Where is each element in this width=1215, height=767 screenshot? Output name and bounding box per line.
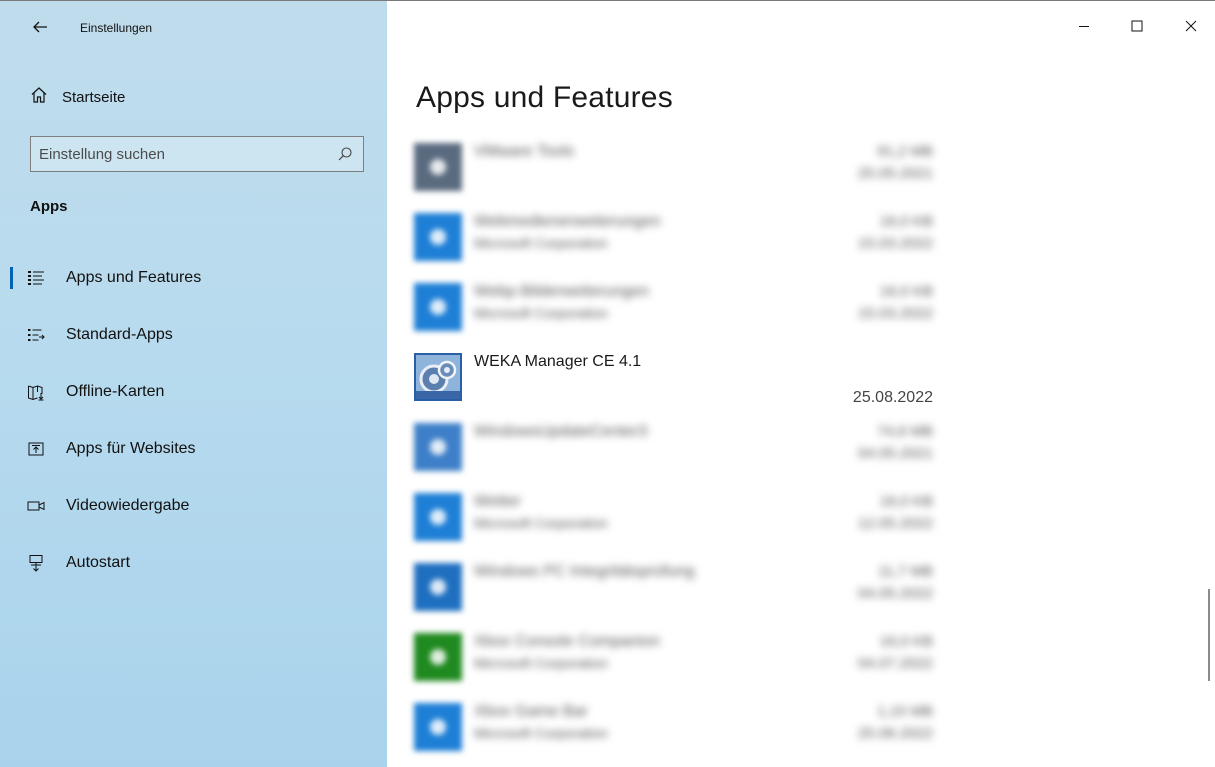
app-list-item[interactable]: Webp-Bilderweiterungen Microsoft Corporat… — [414, 273, 944, 343]
app-install-date: 04.05.2022 — [857, 585, 933, 602]
offline-maps-icon — [26, 382, 46, 402]
sidebar-nav: Apps und Features Standard-Apps Offline-… — [0, 249, 387, 591]
maximize-icon[interactable] — [1128, 17, 1146, 35]
app-list-item[interactable]: Xbox Console Companion Microsoft Corporat… — [414, 623, 944, 693]
app-icon — [414, 563, 462, 611]
window-title: Einstellungen — [80, 21, 153, 35]
sidebar: Einstellungen Startseite Apps Apps und F… — [0, 1, 387, 767]
app-size: 16,0 KB — [879, 283, 933, 300]
app-icon — [414, 493, 462, 541]
app-install-date: 12.05.2022 — [857, 515, 933, 532]
app-size: 11,7 MB — [878, 563, 933, 580]
app-publisher: Microsoft Corporation — [474, 515, 608, 531]
search-icon[interactable] — [337, 146, 353, 162]
app-list-item[interactable]: Xbox Game Bar Microsoft Corporation 1,15 M… — [414, 693, 944, 763]
app-install-date: 15.03.2022 — [857, 235, 933, 252]
app-list-item[interactable]: Windows PC Integritätsprüfung 11,7 MB 04.0… — [414, 553, 944, 623]
app-name-label: Webp-Bilderweiterungen — [474, 283, 649, 300]
page-title: Apps und Features — [416, 81, 673, 114]
app-name-label: Webmedienerweiterungen — [474, 213, 661, 230]
sidebar-item-label: Apps für Websites — [66, 439, 196, 457]
app-name-label: VMware Tools — [474, 143, 575, 160]
app-icon — [414, 143, 462, 191]
sidebar-item-label: Autostart — [66, 553, 131, 571]
home-icon — [30, 86, 48, 109]
sidebar-item-autostart[interactable]: Autostart — [0, 534, 387, 591]
selection-indicator — [10, 267, 13, 289]
app-list-item[interactable]: Webmedienerweiterungen Microsoft Corporat… — [414, 203, 944, 273]
app-size: 1,15 MB — [877, 703, 933, 720]
app-icon — [414, 703, 462, 751]
video-playback-icon — [26, 496, 46, 516]
sidebar-item-label: Standard-Apps — [66, 325, 173, 343]
sidebar-item-apps-und-features[interactable]: Apps und Features — [0, 249, 387, 306]
app-install-date: 25.08.2022 — [852, 389, 933, 406]
app-publisher: Microsoft Corporation — [474, 305, 608, 321]
default-apps-icon — [26, 325, 46, 345]
app-name-label: WEKA Manager CE 4.1 — [474, 353, 642, 370]
app-list-item[interactable]: WindowsUpdateCenter3 74,6 MB 04.05.2021 — [414, 413, 944, 483]
app-icon — [414, 423, 462, 471]
search-box[interactable] — [30, 136, 364, 172]
home-link[interactable]: Startseite — [30, 85, 125, 109]
home-label: Startseite — [62, 88, 126, 106]
app-publisher: Microsoft Corporation — [474, 235, 608, 251]
app-publisher: Microsoft Corporation — [474, 725, 608, 741]
back-arrow-icon[interactable] — [30, 17, 50, 37]
app-name-label: Xbox Game Bar — [474, 703, 588, 720]
sidebar-item-label: Videowiedergabe — [66, 496, 190, 514]
sidebar-item-offline-karten[interactable]: Offline-Karten — [0, 363, 387, 420]
app-size: 16,0 KB — [879, 633, 933, 650]
app-icon — [414, 283, 462, 331]
sidebar-item-apps-fuer-websites[interactable]: Apps für Websites — [0, 420, 387, 477]
app-list-item[interactable]: WEKA Manager CE 4.1 25.08.2022 — [414, 343, 944, 413]
app-size: 74,6 MB — [877, 423, 933, 440]
settings-window: Einstellungen Startseite Apps Apps und F… — [0, 0, 1215, 767]
scrollbar-thumb[interactable] — [1208, 589, 1210, 681]
app-name-label: Wetter — [474, 493, 521, 510]
app-list-item[interactable]: VMware Tools 91,2 MB 25.05.2021 — [414, 133, 944, 203]
app-install-date: 25.06.2022 — [857, 725, 933, 742]
app-name-label: Xbox Console Companion — [474, 633, 660, 650]
sidebar-item-label: Offline-Karten — [66, 382, 165, 400]
apps-features-icon — [26, 268, 46, 288]
close-icon[interactable] — [1182, 17, 1200, 35]
app-icon — [414, 353, 462, 401]
sidebar-item-standard-apps[interactable]: Standard-Apps — [0, 306, 387, 363]
app-name-label: WindowsUpdateCenter3 — [474, 423, 648, 440]
app-install-date: 04.05.2021 — [857, 445, 933, 462]
app-list-item[interactable]: Wetter Microsoft Corporation 16,0 KB 12.05.… — [414, 483, 944, 553]
app-install-date: 25.05.2021 — [857, 165, 933, 182]
app-install-date: 15.03.2022 — [857, 305, 933, 322]
app-size: 91,2 MB — [877, 143, 933, 160]
app-icon — [414, 213, 462, 261]
search-input[interactable] — [31, 137, 329, 171]
app-publisher: Microsoft Corporation — [474, 655, 608, 671]
sidebar-item-label: Apps und Features — [66, 268, 202, 286]
app-size: 16,0 KB — [879, 493, 933, 510]
section-title: Apps — [30, 198, 68, 215]
app-icon — [414, 633, 462, 681]
apps-for-websites-icon — [26, 439, 46, 459]
app-list: VMware Tools 91,2 MB 25.05.2021 Webmediener… — [414, 133, 944, 763]
app-name-label: Windows PC Integritätsprüfung — [474, 563, 695, 580]
sidebar-item-videowiedergabe[interactable]: Videowiedergabe — [0, 477, 387, 534]
app-size: 16,0 KB — [879, 213, 933, 230]
minimize-icon[interactable] — [1075, 17, 1093, 35]
autostart-icon — [26, 553, 46, 573]
app-install-date: 04.07.2022 — [857, 655, 933, 672]
